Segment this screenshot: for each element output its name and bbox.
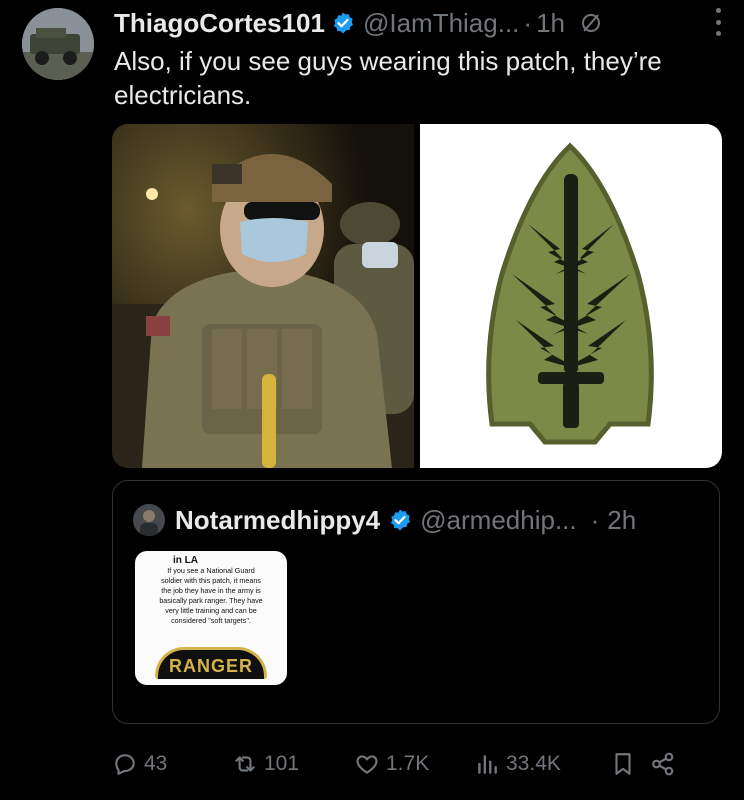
- separator-dot: ·: [590, 504, 600, 535]
- media-grid: [112, 124, 722, 468]
- thumb-title: in LA: [173, 555, 198, 566]
- author-avatar[interactable]: [22, 8, 94, 80]
- thumb-line: the job they have in the army is: [161, 586, 261, 595]
- view-count: 33.4K: [506, 752, 561, 775]
- special-forces-patch-icon: [486, 142, 654, 445]
- military-vehicle-avatar-icon: [22, 8, 94, 80]
- views-chart-icon: [478, 755, 497, 774]
- post-time[interactable]: 1h: [536, 8, 565, 39]
- quoted-author-name[interactable]: Notarmedhippy4: [175, 505, 380, 536]
- soldier-photo[interactable]: [112, 124, 414, 468]
- bookmark-icon: [615, 753, 631, 775]
- author-name[interactable]: ThiagoCortes101: [114, 8, 325, 39]
- author-handle[interactable]: @IamThiag...: [363, 8, 519, 39]
- special-forces-patch-image[interactable]: [420, 124, 722, 468]
- repost-button[interactable]: 101: [232, 751, 354, 777]
- thumb-line: basically park ranger. They have: [159, 596, 263, 605]
- ranger-tab-patch: RANGER: [155, 647, 267, 679]
- post-header: ThiagoCortes101 @IamThiag... · 1h: [114, 6, 724, 40]
- action-bar: 43 101 1.7K 33.4K: [112, 746, 724, 782]
- thumb-line: If you see a National Guard: [167, 566, 255, 575]
- thumb-line: very little training and can be: [165, 606, 257, 615]
- thumb-line: soldier with this patch, it means: [161, 576, 261, 585]
- views-button[interactable]: 33.4K: [474, 751, 610, 777]
- more-options-icon[interactable]: [714, 8, 722, 36]
- quoted-post-header: Notarmedhippy4 @armedhip... · 2h: [133, 503, 636, 537]
- post-text: Also, if you see guys wearing this patch…: [114, 46, 662, 110]
- quoted-author-avatar[interactable]: [133, 504, 165, 536]
- quoted-post-time[interactable]: 2h: [607, 505, 636, 536]
- like-button[interactable]: 1.7K: [354, 751, 474, 777]
- quoted-post[interactable]: Notarmedhippy4 @armedhip... · 2h in LA I…: [112, 480, 720, 724]
- repost-icon: [235, 756, 255, 772]
- quoted-media-thumbnail[interactable]: in LA If you see a National Guard soldie…: [135, 551, 287, 685]
- verified-badge-icon: [391, 509, 411, 531]
- reply-count: 43: [144, 752, 168, 775]
- bookmark-button[interactable]: [610, 751, 650, 777]
- quoted-avatar-icon: [133, 504, 165, 536]
- soldier-photo-icon: [112, 124, 414, 468]
- separator-dot: ·: [523, 7, 533, 38]
- like-count: 1.7K: [386, 752, 430, 775]
- hidden-reply-icon: [582, 14, 600, 32]
- reply-icon: [115, 754, 135, 775]
- heart-icon: [356, 755, 378, 774]
- verified-badge-icon: [333, 12, 353, 34]
- thumb-line: considered "soft targets".: [171, 616, 251, 625]
- repost-count: 101: [264, 752, 300, 775]
- share-button[interactable]: [650, 751, 686, 777]
- quoted-author-handle[interactable]: @armedhip...: [420, 505, 576, 536]
- share-icon: [652, 752, 674, 776]
- reply-button[interactable]: 43: [112, 751, 232, 777]
